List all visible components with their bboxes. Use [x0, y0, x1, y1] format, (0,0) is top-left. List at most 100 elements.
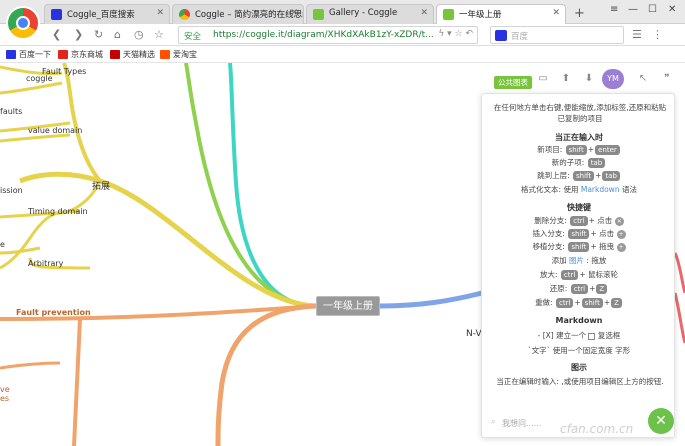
user-avatar[interactable]: YM — [602, 69, 624, 89]
image-link[interactable]: 图片 — [569, 256, 584, 265]
history-icon[interactable]: ◷ — [134, 28, 144, 41]
comment-icon[interactable]: ▭ — [534, 70, 552, 88]
node-coggle[interactable]: coggle — [26, 74, 53, 83]
row-zoom: 放大: ctrl + 鼠标滚轮 — [539, 270, 618, 280]
delete-circle-icon: ✕ — [614, 216, 624, 226]
tab-gallery[interactable]: Gallery - Coggle ✕ — [306, 4, 434, 24]
close-icon[interactable]: ✕ — [420, 8, 428, 18]
tab-title: 一年级上册 — [459, 10, 502, 20]
pointer-icon[interactable]: ↖ — [634, 70, 652, 88]
bookmarks-bar: 百度一下 京东商城 天猫精选 爱淘宝 — [0, 46, 685, 63]
new-tab-icon[interactable]: + — [574, 6, 585, 21]
row-redo: 重做: ctrl + shift + Z — [482, 297, 676, 308]
coggle-favicon-icon — [443, 9, 454, 20]
help-intro: 在任何地方单击右键,便能缩放,添加标签,还原和粘贴已复制的项目 — [493, 103, 667, 123]
close-help-button[interactable]: ✕ — [648, 408, 674, 434]
search-input[interactable]: 百度 — [490, 26, 624, 44]
section-markdown-heading: Markdown — [555, 316, 603, 325]
row-md-code: `文字` 使用一个固定宽度 字形 — [527, 346, 631, 355]
tab-active-diagram[interactable]: 一年级上册 ✕ — [436, 4, 566, 24]
row-new-item: 新项目: shift + enter — [482, 144, 676, 155]
page-menu-icon[interactable]: ☰ — [632, 28, 642, 41]
jd-icon — [58, 50, 68, 59]
node-arbitrary[interactable]: Arbitrary — [28, 259, 63, 268]
row-format-text: 格式化文本: 使用 Markdown 语法 — [521, 185, 637, 194]
tab-title: Coggle_百度搜索 — [67, 10, 135, 20]
row-add-image: 添加 图片 : 拖放 — [551, 256, 607, 265]
reload-icon[interactable]: ↻ — [94, 28, 103, 41]
node-ve[interactable]: ve — [0, 385, 10, 394]
node-timing-domain[interactable]: Timing domain — [28, 207, 88, 216]
address-bar[interactable]: 安全 https://coggle.it/diagram/XHKdXAkB1zY… — [178, 26, 478, 44]
section-shortcuts-heading: 快捷键 — [567, 203, 591, 212]
baidu-icon — [6, 50, 16, 59]
add-circle-icon: + — [616, 229, 626, 239]
diagram-help-text: 当正在编辑时输入: ,或使用项目编辑区上方的按钮. — [496, 377, 664, 386]
node-nv[interactable]: N-V — [466, 329, 482, 339]
bookmark-label: 百度一下 — [19, 50, 51, 59]
url-text[interactable]: https://coggle.it/diagram/XHKdXAkB1zY-xZ… — [213, 30, 433, 40]
coggle-favicon-icon — [313, 9, 324, 20]
row-insert-branch: 插入分支: shift + 点击 + — [532, 229, 626, 239]
more-icon[interactable]: ⋮ — [652, 28, 663, 41]
bookmark-label: 爱淘宝 — [173, 50, 197, 59]
node-e[interactable]: e — [0, 240, 5, 249]
row-undo: 还原: ctrl + Z — [482, 283, 676, 294]
row-delete-branch: 删除分支: ctrl + 点击 ✕ — [534, 216, 624, 226]
tab-baidu-search[interactable]: Coggle_百度搜索 ✕ — [44, 4, 170, 24]
download-icon[interactable]: ⬇ — [580, 70, 598, 88]
node-tuozhan[interactable]: 拓展 — [92, 179, 110, 192]
close-icon[interactable]: ✕ — [156, 8, 164, 18]
forward-icon[interactable]: ❯ — [74, 28, 83, 41]
baidu-favicon-icon — [51, 9, 62, 20]
tab-title: Coggle – 简约漂亮的在线思维导图 — [195, 10, 303, 20]
back-icon[interactable]: ❮ — [52, 28, 61, 41]
row-md-checkbox: - [X] 建立一个 复选框 — [537, 331, 621, 340]
navigation-bar: ❮ ❯ ↻ ⌂ ◷ ☆ 安全 https://coggle.it/diagram… — [0, 24, 685, 46]
row-new-child: 新的子项: tab — [482, 157, 676, 168]
node-es[interactable]: es — [0, 394, 9, 403]
tab-bar: Coggle_百度搜索 ✕ Coggle – 简约漂亮的在线思维导图 ✕ Gal… — [0, 0, 685, 24]
search-placeholder: 百度 — [511, 32, 529, 42]
close-icon[interactable]: ✕ — [552, 8, 560, 18]
node-value-domain[interactable]: value domain — [28, 126, 82, 135]
section-diagram-heading: 图示 — [571, 363, 587, 372]
upload-icon[interactable]: ⬆ — [557, 70, 575, 88]
help-search-icon: ⌕ — [491, 417, 496, 426]
checkbox-icon — [588, 332, 596, 340]
home-icon[interactable]: ⌂ — [114, 28, 121, 41]
tab-title: Gallery - Coggle — [329, 8, 398, 18]
browser-logo-icon — [6, 6, 40, 40]
row-move-branch: 移植分支: shift + 拖曳 + — [532, 242, 626, 252]
tab-coggle-home[interactable]: Coggle – 简约漂亮的在线思维导图 ✕ — [172, 4, 304, 24]
root-node[interactable]: 一年级上册 — [316, 296, 380, 316]
public-diagram-badge: 公共图表 — [494, 76, 532, 89]
bookmark-baidu[interactable]: 百度一下 — [6, 49, 51, 60]
bookmark-aitaobao[interactable]: 爱淘宝 — [160, 49, 197, 60]
row-jump-up: 跳到上层: shift + tab — [482, 170, 676, 181]
url-actions-icon[interactable]: ϟ ▾ ☆ ↶ — [438, 29, 473, 39]
node-faults[interactable]: faults — [0, 107, 22, 116]
watermark: cfan.com.cn — [560, 422, 634, 436]
maximize-icon[interactable]: ☐ — [648, 4, 657, 15]
bookmark-tmall[interactable]: 天猫精选 — [110, 49, 155, 60]
node-fault-prevention[interactable]: Fault prevention — [16, 308, 91, 317]
markdown-link[interactable]: Markdown — [581, 185, 620, 194]
window-close-icon[interactable]: ✕ — [668, 4, 676, 15]
node-ission[interactable]: ission — [0, 186, 23, 195]
bookmark-star-icon[interactable]: ☆ — [154, 28, 164, 41]
section-input-heading: 当正在输入时 — [555, 133, 603, 142]
menu-icon[interactable]: ≡ — [610, 4, 618, 15]
minimize-icon[interactable]: — — [628, 4, 638, 15]
help-search-placeholder: 我想问...... — [502, 419, 542, 428]
secure-indicator: 安全 — [184, 32, 202, 42]
baidu-search-icon — [495, 30, 507, 41]
help-panel: 在任何地方单击右键,便能缩放,添加标签,还原和粘贴已复制的项目 当正在输入时 新… — [481, 93, 675, 438]
taobao-icon — [160, 50, 170, 59]
close-icon[interactable]: ✕ — [290, 8, 298, 18]
chrome-favicon-icon — [179, 9, 190, 20]
bookmark-label: 京东商城 — [71, 50, 103, 59]
bookmark-label: 天猫精选 — [123, 50, 155, 59]
quote-icon[interactable]: ❞ — [658, 70, 676, 88]
bookmark-jd[interactable]: 京东商城 — [58, 49, 103, 60]
